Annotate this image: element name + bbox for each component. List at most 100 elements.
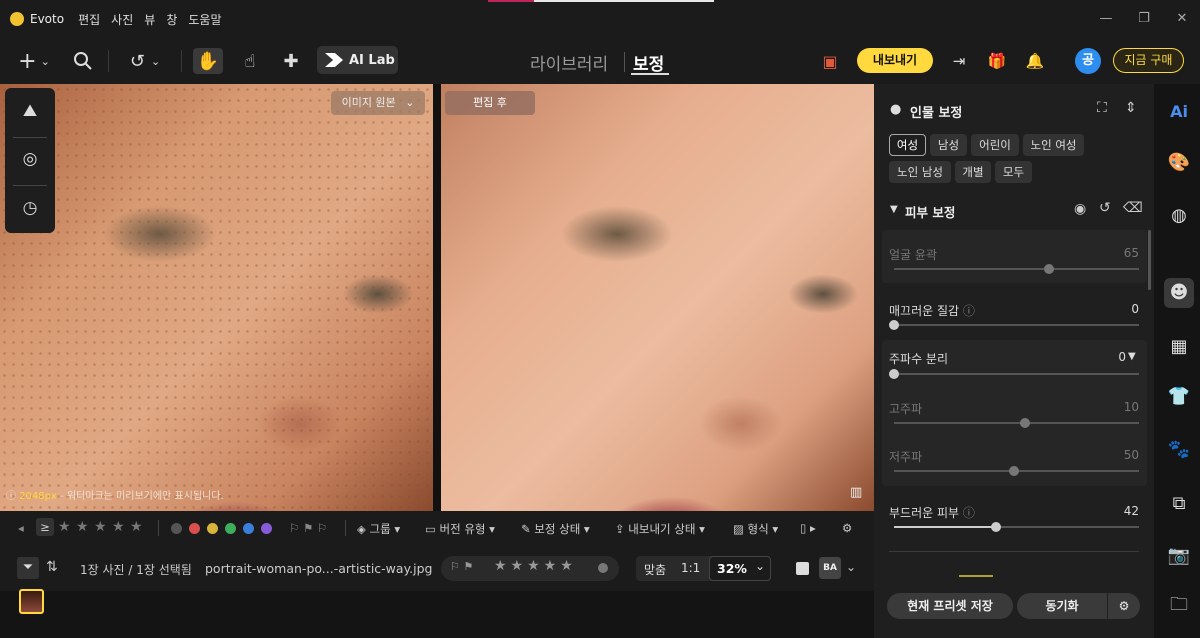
dropdown-triangle-icon[interactable]: ▼ [1128, 351, 1136, 362]
filter-icon[interactable]: ⏷ [17, 557, 39, 579]
menu-window[interactable]: 창 [166, 11, 177, 28]
slider-track-high-frequency[interactable] [894, 418, 1139, 428]
chip-male[interactable]: 남성 [930, 134, 967, 156]
expand-icon[interactable]: ⇕ [1125, 100, 1137, 116]
undo-icon[interactable]: ↺ ⌄ [123, 48, 167, 74]
bandage-tool-icon[interactable]: ✚ [277, 48, 305, 74]
add-icon[interactable]: + ⌄ [14, 48, 54, 74]
photo-thumbnail[interactable] [19, 589, 44, 614]
slider-track-smooth-texture[interactable] [889, 320, 1139, 330]
avatar[interactable]: 공 [1075, 48, 1101, 74]
sync-button[interactable]: 동기화 [1017, 593, 1107, 619]
version-filter[interactable]: ▭ 버전 유형 ▾ [425, 521, 495, 537]
slider-knob[interactable] [991, 522, 1001, 532]
slider-knob[interactable] [1009, 466, 1019, 476]
chip-all[interactable]: 모두 [995, 161, 1032, 183]
export-panel-icon[interactable]: ⇥ [947, 48, 971, 74]
buy-now-button[interactable]: 지금 구매 [1113, 48, 1184, 73]
scene-icon[interactable]: ⛰ [17, 98, 43, 124]
ai-lab-button[interactable]: AI Lab [317, 46, 398, 74]
pet-paw-icon[interactable]: 🐾 [1166, 437, 1192, 463]
chevron-down-icon[interactable]: ⌄ [846, 560, 856, 574]
one-to-one-button[interactable]: 1:1 [681, 561, 700, 575]
slider-track-frequency-separation[interactable] [889, 369, 1139, 379]
before-after-icon[interactable]: BA [819, 557, 841, 579]
background-icon[interactable]: ▦ [1166, 334, 1192, 360]
panel-scrollbar[interactable] [1148, 230, 1151, 290]
chip-senior-male[interactable]: 노인 남성 [889, 161, 951, 183]
slider-knob[interactable] [889, 369, 899, 379]
chip-child[interactable]: 어린이 [971, 134, 1019, 156]
chip-female[interactable]: 여성 [889, 134, 926, 156]
slider-track-low-frequency[interactable] [894, 466, 1139, 476]
flag-icon[interactable]: ⚐ ⚑ [450, 560, 473, 573]
bell-icon[interactable]: 🔔 [1023, 48, 1047, 74]
reset-icon[interactable]: ↺ [1099, 200, 1111, 216]
camera-icon[interactable]: 📷 [1166, 543, 1192, 569]
clothing-icon[interactable]: 👕 [1166, 384, 1192, 410]
color-label-none[interactable] [171, 523, 182, 534]
menu-photo[interactable]: 사진 [111, 11, 133, 28]
filter-more-icon[interactable]: ▯ ▸ [800, 521, 816, 535]
history-clock-icon[interactable]: ◷ [17, 195, 43, 221]
book-compare-icon[interactable]: ▥ [850, 485, 868, 501]
format-filter[interactable]: ▨ 형식 ▾ [733, 521, 778, 537]
gift-icon[interactable]: 🎁 [984, 48, 1010, 74]
close-icon[interactable]: ✕ [1172, 10, 1192, 28]
collapse-triangle-icon[interactable]: ▼ [890, 204, 898, 215]
star-icon[interactable]: ★ [58, 519, 71, 535]
star-icon[interactable]: ★ [112, 519, 125, 535]
color-label-purple[interactable] [261, 523, 272, 534]
visibility-eye-icon[interactable]: ◉ [1074, 201, 1086, 217]
search-icon[interactable] [70, 48, 96, 74]
zoom-select[interactable]: 32% ⌄ [709, 556, 771, 581]
eraser-icon[interactable]: ⌫ [1123, 200, 1143, 216]
minimize-icon[interactable]: — [1096, 10, 1116, 28]
original-dropdown[interactable]: 이미지 원본 ⌄ [331, 91, 425, 115]
chip-senior-female[interactable]: 노인 여성 [1023, 134, 1084, 156]
tab-library[interactable]: 라이브러리 [530, 50, 608, 75]
single-view-icon[interactable] [796, 562, 809, 575]
texture-icon[interactable]: ◍ [1166, 203, 1192, 229]
palette-icon[interactable]: 🎨 [1166, 150, 1192, 176]
texture-icon[interactable]: ◎ [17, 146, 43, 172]
export-button[interactable]: 내보내기 [857, 48, 933, 73]
scroll-left-icon[interactable]: ◂ [18, 521, 24, 535]
slider-knob[interactable] [1044, 264, 1054, 274]
ai-icon[interactable]: Ai [1166, 99, 1192, 125]
save-preset-button[interactable]: 현재 프리셋 저장 [887, 593, 1013, 619]
star-icon[interactable]: ★ [130, 519, 143, 535]
rating-stars[interactable]: ★★★★★ [494, 558, 577, 574]
compare-divider[interactable] [433, 84, 441, 511]
star-icon[interactable]: ★ [94, 519, 107, 535]
slider-knob[interactable] [1020, 418, 1030, 428]
color-label-blue[interactable] [243, 523, 254, 534]
slider-track-face-contour[interactable] [894, 264, 1139, 274]
menu-edit[interactable]: 편집 [78, 11, 100, 28]
hand-tool-icon[interactable]: ✋ [193, 48, 223, 74]
star-icon[interactable]: ★ [76, 519, 89, 535]
rating-operator[interactable]: ≥ [36, 518, 54, 536]
color-label-yellow[interactable] [207, 523, 218, 534]
restore-icon[interactable]: ❐ [1134, 10, 1154, 28]
group-filter[interactable]: ◈ 그룹 ▾ [357, 521, 400, 537]
export-status-filter[interactable]: ⇪ 내보내기 상태 ▾ [615, 521, 705, 537]
face-scan-icon[interactable]: ⛶ [1097, 100, 1107, 116]
flag-icon[interactable]: ⚐ ⚑ ⚐ [289, 521, 327, 535]
chip-individual[interactable]: 개별 [955, 161, 991, 183]
slider-knob[interactable] [889, 320, 899, 330]
tab-edit[interactable]: 보정 [633, 50, 664, 75]
crop-icon[interactable]: ⧉ [1166, 491, 1192, 517]
color-label-green[interactable] [225, 523, 236, 534]
folder-icon[interactable]: 🗀 [1166, 592, 1192, 618]
menu-view[interactable]: 뷰 [144, 11, 155, 28]
slider-track-soft-skin[interactable] [894, 522, 1139, 532]
sort-icon[interactable]: ⇅ [46, 559, 58, 575]
edit-status-filter[interactable]: ✎ 보정 상태 ▾ [521, 521, 590, 537]
filter-settings-icon[interactable]: ⚙ [842, 521, 852, 535]
color-label-dot[interactable] [598, 563, 608, 573]
color-label-red[interactable] [189, 523, 200, 534]
sync-settings-icon[interactable]: ⚙ [1108, 593, 1140, 619]
liquify-tool-icon[interactable]: ☝ [236, 48, 264, 74]
fit-button[interactable]: 맞춤 [644, 561, 666, 578]
